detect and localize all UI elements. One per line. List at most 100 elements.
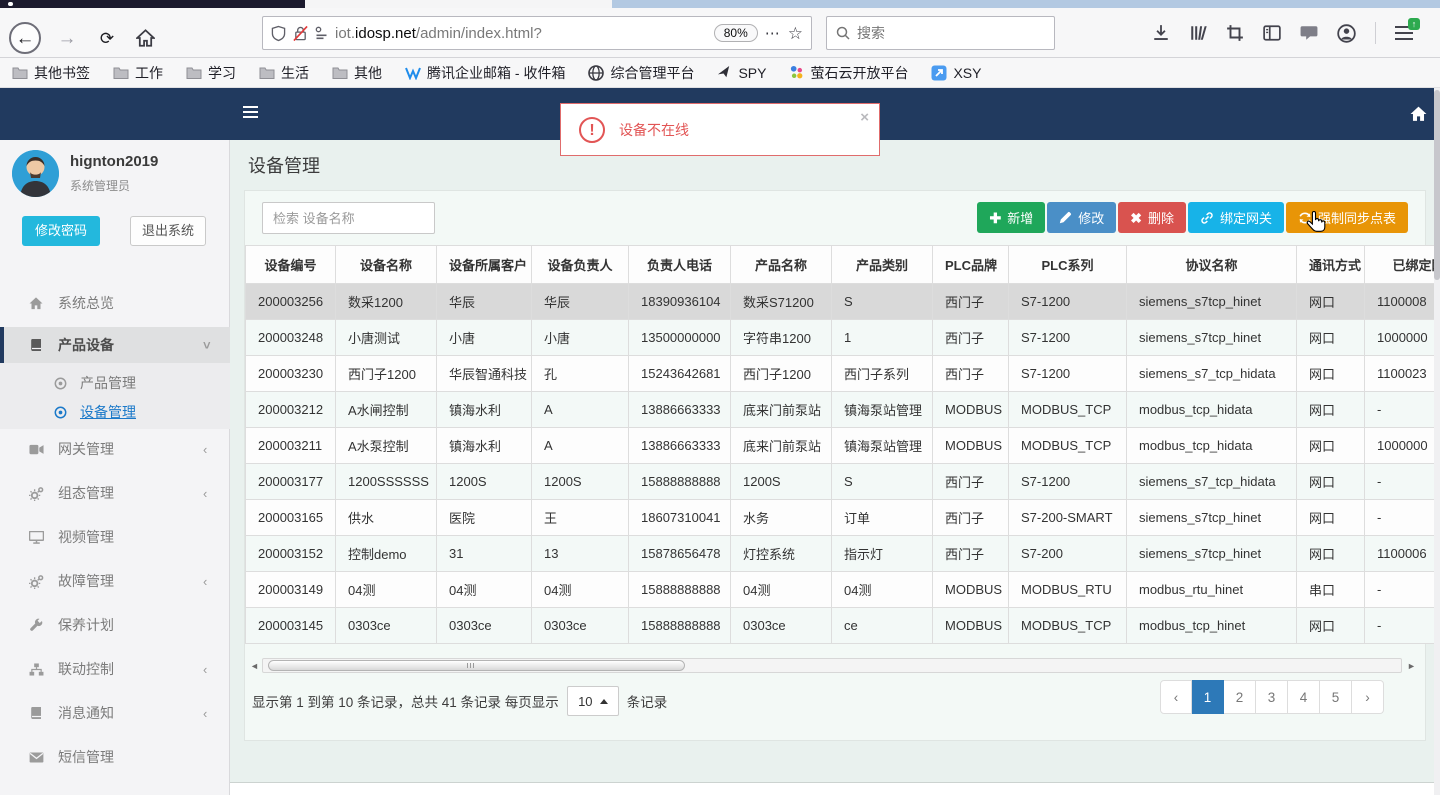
menu-button[interactable]: ↑ (1395, 18, 1420, 40)
table-row[interactable]: 200003149 04测 04测 04测 15888888888 04测 04测 MODBU… (245, 571, 1440, 608)
column-header[interactable]: PLC品牌 (932, 245, 1009, 284)
page-size-select[interactable]: 10 (566, 686, 619, 716)
pocket-chat-icon[interactable] (1300, 24, 1318, 42)
column-header[interactable]: 设备所属客户 (436, 245, 532, 284)
bookmark-ezviz[interactable]: 萤石云开放平台 (789, 63, 908, 83)
account-icon[interactable] (1337, 23, 1356, 43)
table-cell: 镇海泵站管理 (831, 391, 933, 428)
ezviz-icon (791, 65, 803, 79)
table-cell: - (1364, 499, 1440, 536)
folder-icon (186, 67, 202, 79)
bookmark-spy[interactable]: SPY (717, 65, 766, 81)
column-header[interactable]: 设备负责人 (531, 245, 629, 284)
bookmark-folder[interactable]: 生活 (259, 63, 309, 83)
page-prev[interactable]: ‹ (1160, 680, 1192, 714)
sidebar-item-linkage[interactable]: 联动控制 ‹ (0, 654, 230, 684)
table-row[interactable]: 200003256 数采1200 华辰 华辰 18390936104 数采S71200 S 西… (245, 283, 1440, 320)
sidebar-toggle-icon[interactable] (1263, 24, 1281, 42)
table-row[interactable]: 200003145 0303ce 0303ce 0303ce 15888888888 03… (245, 607, 1440, 644)
sidebar-collapse-icon[interactable] (243, 106, 258, 118)
column-header[interactable]: 设备名称 (335, 245, 437, 284)
chevron-down-icon: ˅ (203, 337, 211, 353)
bookmark-mgmt-platform[interactable]: 综合管理平台 (588, 63, 694, 83)
table-row[interactable]: 200003177 1200SSSSSS 1200S 1200S 15888888888… (245, 463, 1440, 500)
table-row[interactable]: 200003212 A水闸控制 镇海水利 A 13886663333 底来门前泵站 镇海泵站… (245, 391, 1440, 428)
sidebar-item-device-mgmt[interactable]: 设备管理 (0, 397, 230, 427)
page-next[interactable]: › (1352, 680, 1384, 714)
zoom-level-badge[interactable]: 80% (713, 24, 758, 42)
scroll-right-arrow[interactable]: ► (1407, 661, 1416, 671)
bookmark-star-icon[interactable]: ☆ (788, 25, 803, 42)
x-icon: ✖ (1130, 209, 1142, 226)
edit-button[interactable]: 修改 (1047, 202, 1117, 233)
sidebar-item-sms[interactable]: 短信管理 (0, 742, 230, 772)
logout-button[interactable]: 退出系统 (130, 216, 206, 246)
reload-button[interactable]: ⟳ (90, 21, 124, 55)
url-text[interactable]: iot.idosp.net/admin/index.html? (335, 25, 707, 42)
table-row[interactable]: 200003248 小唐测试 小唐 小唐 13500000000 字符串1200 1 西门子 S… (245, 319, 1440, 356)
page-button[interactable]: 3 (1256, 680, 1288, 714)
book-icon (28, 337, 44, 353)
chevron-left-icon: ‹ (203, 661, 208, 677)
scroll-left-arrow[interactable]: ◄ (250, 661, 259, 671)
bookmark-folder[interactable]: 其他 (332, 63, 382, 83)
sidebar-item-overview[interactable]: 系统总览 (0, 288, 230, 318)
chevron-left-icon: ‹ (203, 573, 208, 589)
page-button[interactable]: 2 (1224, 680, 1256, 714)
table-row[interactable]: 200003152 控制demo 31 13 15878656478 灯控系统 指示灯 西门子… (245, 535, 1440, 572)
table-cell: 灯控系统 (730, 535, 832, 572)
table-cell: 供水 (335, 499, 437, 536)
v-scrollbar-thumb[interactable] (1434, 90, 1440, 280)
forward-button[interactable]: → (50, 21, 84, 55)
column-header[interactable]: 负责人电话 (628, 245, 731, 284)
url-bar[interactable]: iot.idosp.net/admin/index.html? 80% ⋯ ☆ (262, 16, 812, 50)
sidebar-item-maintenance[interactable]: 保养计划 (0, 610, 230, 640)
sidebar-item-notifications[interactable]: 消息通知 ‹ (0, 698, 230, 728)
page-button[interactable]: 5 (1320, 680, 1352, 714)
back-button[interactable]: ← (8, 21, 42, 55)
table-cell: 1200S (531, 463, 629, 500)
sidebar-item-scada[interactable]: 组态管理 ‹ (0, 478, 230, 508)
library-icon[interactable] (1189, 24, 1207, 42)
sidebar-item-gateway[interactable]: 网关管理 ‹ (0, 434, 230, 464)
home-button[interactable] (128, 21, 162, 55)
delete-button[interactable]: ✖ 删除 (1118, 202, 1186, 233)
column-header[interactable]: 产品类别 (831, 245, 933, 284)
change-password-button[interactable]: 修改密码 (22, 216, 100, 246)
alert-close-icon[interactable]: × (860, 109, 869, 126)
bookmark-xsy[interactable]: XSY (931, 65, 981, 81)
table-row[interactable]: 200003230 西门子1200 华辰智通科技孔 15243642681 西门子120… (245, 355, 1440, 392)
table-cell: 镇海泵站管理 (831, 427, 933, 464)
column-header[interactable]: 已绑定网关 (1364, 245, 1440, 284)
table-cell: S7-1200 (1008, 463, 1127, 500)
table-row[interactable]: 200003165 供水 医院王 18607310041 水务 订单 西门子 S7-200-S… (245, 499, 1440, 536)
page-button[interactable]: 1 (1192, 680, 1224, 714)
browser-search[interactable] (826, 16, 1055, 50)
page-actions-icon[interactable]: ⋯ (765, 24, 781, 42)
table-row[interactable]: 200003211 A水泵控制 镇海水利 A 13886663333 底来门前泵站 镇海泵站… (245, 427, 1440, 464)
bookmark-folder[interactable]: 其他书签 (12, 63, 90, 83)
sidebar-item-fault[interactable]: 故障管理 ‹ (0, 566, 230, 596)
column-header[interactable]: PLC系列 (1008, 245, 1127, 284)
bookmark-folder[interactable]: 学习 (186, 63, 236, 83)
table-body: 200003256 数采1200 华辰 华辰 18390936104 数采S71200 S 西… (245, 283, 1440, 644)
screenshot-icon[interactable] (1226, 24, 1244, 42)
sidebar-item-products[interactable]: 产品设备 ˅ (0, 327, 230, 363)
device-search-input[interactable] (262, 202, 435, 234)
column-header[interactable]: 产品名称 (730, 245, 832, 284)
bookmark-folder[interactable]: 工作 (113, 63, 163, 83)
column-header[interactable]: 协议名称 (1126, 245, 1297, 284)
bookmark-tencent-mail[interactable]: 腾讯企业邮箱 - 收件箱 (405, 63, 565, 83)
column-header[interactable]: 通讯方式 (1296, 245, 1365, 284)
active-tab[interactable] (305, 0, 612, 8)
browser-search-input[interactable] (857, 25, 1017, 41)
bind-gateway-button[interactable]: 绑定网关 (1187, 202, 1284, 233)
table-cell: S7-1200 (1008, 355, 1127, 392)
app-home-icon[interactable] (1410, 106, 1427, 122)
page-button[interactable]: 4 (1288, 680, 1320, 714)
column-header[interactable]: 设备编号 (245, 245, 336, 284)
add-button[interactable]: ✚ 新增 (977, 202, 1046, 233)
sidebar-item-video[interactable]: 视频管理 (0, 522, 230, 552)
sidebar-item-product-mgmt[interactable]: 产品管理 (0, 368, 230, 398)
download-icon[interactable] (1152, 24, 1170, 42)
